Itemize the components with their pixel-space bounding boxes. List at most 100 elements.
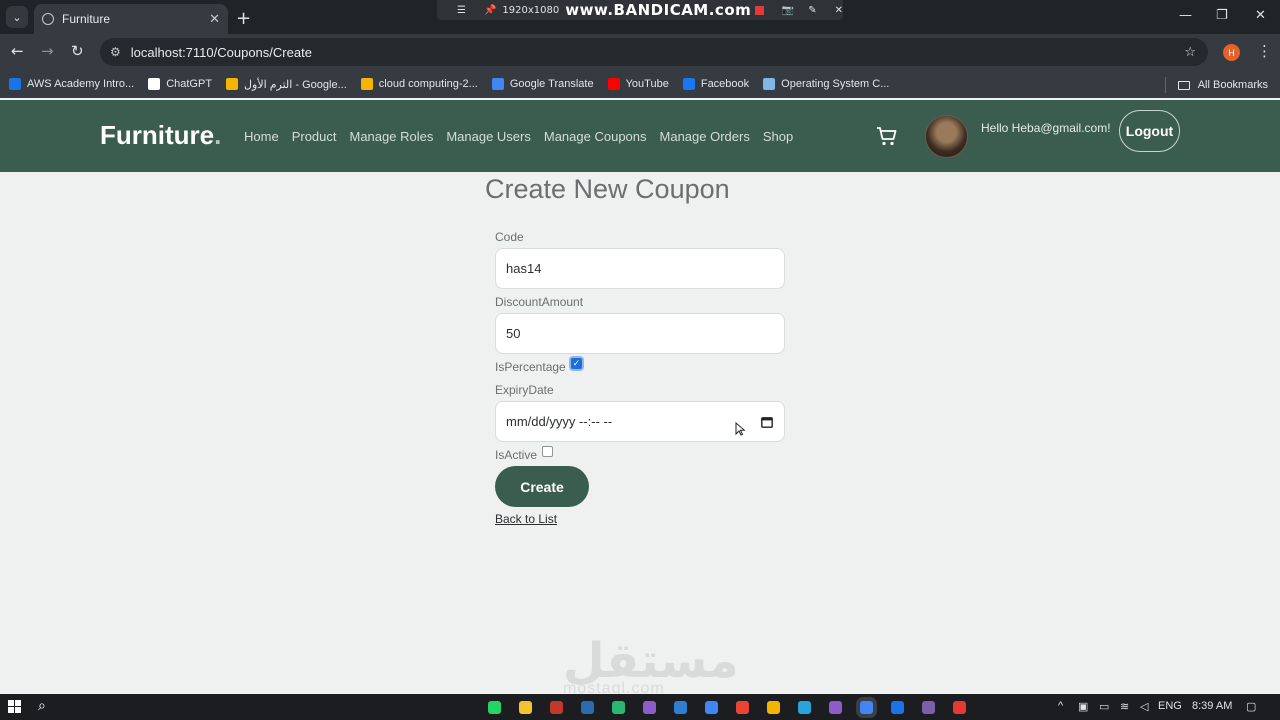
vscode-icon[interactable] xyxy=(674,701,687,714)
recording-overlay: ☰ 📌 1920x1080 www.BANDICAM.com 📷 ✎ ✕ xyxy=(437,0,843,20)
site-logo[interactable]: Furniture. xyxy=(100,120,221,151)
code-input[interactable]: has14 xyxy=(495,248,785,289)
reload-icon[interactable]: ↻ xyxy=(71,42,84,60)
nav-link-shop[interactable]: Shop xyxy=(763,129,793,144)
bookmark-item[interactable]: Operating System C... xyxy=(763,78,889,90)
bookmark-favicon-icon xyxy=(763,78,776,90)
close-tab-icon[interactable]: ✕ xyxy=(209,11,220,27)
tab-title: Furniture xyxy=(62,12,111,26)
back-to-list-link[interactable]: Back to List xyxy=(495,512,557,526)
bookmark-label: AWS Academy Intro... xyxy=(27,78,135,90)
bandicam-icon[interactable] xyxy=(953,701,966,714)
visual-studio-icon-2[interactable] xyxy=(829,701,842,714)
mail-icon[interactable] xyxy=(891,701,904,714)
nav-link-manage-coupons[interactable]: Manage Coupons xyxy=(544,129,647,144)
globe-icon xyxy=(42,13,54,25)
tray-app-icon[interactable]: ▣ xyxy=(1078,700,1088,713)
window-close-icon[interactable]: ✕ xyxy=(1255,8,1266,23)
menu-icon[interactable]: ☰ xyxy=(457,5,466,16)
browser-toolbar: ← → ↻ ⚙ localhost:7110/Coupons/Create ☆ … xyxy=(0,34,1280,70)
edge-icon[interactable] xyxy=(612,701,625,714)
speaker-icon[interactable]: ◁ xyxy=(1140,700,1148,713)
bookmark-label: Facebook xyxy=(700,78,750,90)
bookmark-item[interactable]: الترم الأول - Google... xyxy=(226,78,347,91)
nav-link-manage-orders[interactable]: Manage Orders xyxy=(660,129,750,144)
nav-link-home[interactable]: Home xyxy=(244,129,279,144)
bookmark-item[interactable]: Facebook xyxy=(682,78,750,90)
forward-arrow-icon[interactable]: → xyxy=(41,42,54,60)
nav-link-product[interactable]: Product xyxy=(292,129,337,144)
is-active-checkbox[interactable] xyxy=(542,446,553,457)
bookmark-item[interactable]: ChatGPT xyxy=(148,78,212,90)
bookmark-label: ChatGPT xyxy=(166,78,213,90)
cart-icon[interactable] xyxy=(875,124,899,148)
calendar-icon[interactable] xyxy=(761,416,773,428)
bookmark-item[interactable]: Google Translate xyxy=(491,78,594,90)
is-percentage-label: IsPercentage xyxy=(495,360,566,374)
browser-tab[interactable]: Furniture ✕ xyxy=(34,4,228,34)
recording-brand: www.BANDICAM.com xyxy=(565,1,752,19)
store-icon[interactable] xyxy=(767,701,780,714)
bookmark-favicon-icon xyxy=(360,78,373,90)
bookmark-favicon-icon xyxy=(9,78,21,90)
tab-search-chevron-icon[interactable]: ⌄ xyxy=(6,6,28,28)
bookmark-item[interactable]: AWS Academy Intro... xyxy=(9,78,134,90)
battery-icon[interactable]: ▭ xyxy=(1099,700,1109,713)
mouse-cursor-icon xyxy=(735,422,745,436)
chrome-active-icon[interactable] xyxy=(860,701,873,714)
visual-studio-icon[interactable] xyxy=(643,701,656,714)
discount-amount-input[interactable]: 50 xyxy=(495,313,785,354)
folder-icon xyxy=(1177,80,1190,90)
bookmarks-bar: AWS Academy Intro... ChatGPT الترم الأول -… xyxy=(0,70,1280,98)
restore-icon[interactable]: ❐ xyxy=(1216,8,1228,23)
tray-chevron-icon[interactable]: ^ xyxy=(1058,700,1063,712)
chrome-icon-2[interactable] xyxy=(736,701,749,714)
bookmark-label: YouTube xyxy=(625,78,669,90)
user-avatar[interactable] xyxy=(925,115,968,158)
photoshop-icon[interactable] xyxy=(581,701,594,714)
overlay-close-icon[interactable]: ✕ xyxy=(835,5,843,16)
bookmark-label: cloud computing-2... xyxy=(378,78,478,90)
is-percentage-checkbox[interactable]: ✓ xyxy=(571,358,582,369)
notifications-icon[interactable]: ▢ xyxy=(1246,700,1256,713)
file-explorer-icon[interactable] xyxy=(519,701,532,714)
pin-icon[interactable]: 📌 xyxy=(484,5,496,16)
back-arrow-icon[interactable]: ← xyxy=(11,42,24,60)
nav-link-manage-users[interactable]: Manage Users xyxy=(446,129,531,144)
nav-link-manage-roles[interactable]: Manage Roles xyxy=(350,129,434,144)
bookmarks-separator xyxy=(1164,77,1166,93)
bookmark-item[interactable]: YouTube xyxy=(607,78,669,90)
discount-amount-label: DiscountAmount xyxy=(495,295,584,309)
clock[interactable]: 8:39 AM xyxy=(1192,700,1232,712)
language-indicator[interactable]: ENG xyxy=(1158,700,1182,712)
page-title: Create New Coupon xyxy=(485,174,730,204)
all-bookmarks-button[interactable]: All Bookmarks xyxy=(1164,77,1268,93)
site-info-icon[interactable]: ⚙ xyxy=(110,45,121,59)
bookmark-star-icon[interactable]: ☆ xyxy=(1184,45,1196,60)
chrome-icon-1[interactable] xyxy=(705,701,718,714)
bookmark-favicon-icon xyxy=(148,78,161,90)
terminal-icon[interactable] xyxy=(922,701,935,714)
search-icon[interactable]: ⌕ xyxy=(38,698,46,714)
windows-start-icon[interactable] xyxy=(8,700,21,713)
create-button[interactable]: Create xyxy=(495,466,589,507)
whatsapp-icon[interactable] xyxy=(488,701,501,714)
bookmark-item[interactable]: cloud computing-2... xyxy=(360,78,478,90)
pencil-icon[interactable]: ✎ xyxy=(808,5,816,16)
user-greeting: Hello Heba@gmail.com! xyxy=(981,121,1111,135)
record-stop-icon[interactable] xyxy=(755,5,764,15)
logout-button[interactable]: Logout xyxy=(1119,110,1180,152)
bookmark-favicon-icon xyxy=(607,78,620,90)
more-menu-icon[interactable]: ⋮ xyxy=(1257,42,1272,60)
all-bookmarks-label: All Bookmarks xyxy=(1197,79,1268,91)
address-bar[interactable]: ⚙ localhost:7110/Coupons/Create ☆ xyxy=(100,38,1208,66)
illustrator-icon[interactable] xyxy=(550,701,563,714)
code-label: Code xyxy=(495,230,524,244)
minimize-icon[interactable]: — xyxy=(1179,8,1192,23)
camera-icon[interactable]: 📷 xyxy=(782,5,794,16)
bookmark-label: Operating System C... xyxy=(781,78,890,90)
wifi-icon[interactable]: ≋ xyxy=(1120,700,1129,713)
profile-avatar[interactable]: H xyxy=(1223,44,1240,61)
new-tab-plus-icon[interactable]: + xyxy=(236,8,251,29)
telegram-icon[interactable] xyxy=(798,701,811,714)
